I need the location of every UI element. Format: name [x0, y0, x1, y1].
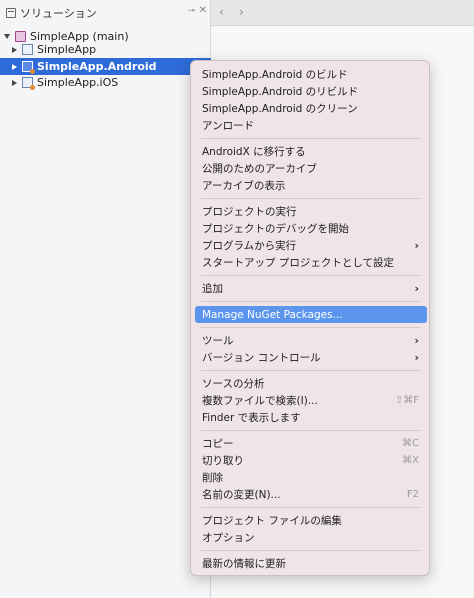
tree-item-simpleapp[interactable]: SimpleApp	[0, 41, 211, 58]
close-icon[interactable]: ✕	[199, 5, 207, 16]
tree-item-simpleapp-android[interactable]: SimpleApp.Android	[0, 58, 211, 75]
menu-item-unload[interactable]: アンロード	[195, 117, 427, 134]
menu-separator	[201, 370, 421, 371]
menu-item-add[interactable]: 追加 ›	[195, 280, 427, 297]
menu-item-reveal-in-finder[interactable]: Finder で表示します	[195, 409, 427, 426]
submenu-arrow-icon: ›	[414, 351, 419, 364]
tree-item-label: SimpleApp.Android	[37, 60, 157, 73]
menu-separator	[201, 198, 421, 199]
shortcut-label: ⇧⌘F	[394, 395, 419, 406]
menu-item-delete[interactable]: 削除	[195, 469, 427, 486]
shortcut-label: F2	[406, 489, 419, 500]
tree-item-simpleapp-ios[interactable]: SimpleApp.iOS	[0, 74, 211, 91]
submenu-arrow-icon: ›	[414, 282, 419, 295]
project-icon	[22, 44, 33, 55]
project-icon	[22, 77, 35, 90]
ide-window: ソリューション ⊸ ✕ SimpleApp (main) SimpleApp S…	[0, 0, 474, 598]
menu-item-refresh[interactable]: 最新の情報に更新	[195, 555, 427, 572]
solution-pad: ソリューション ⊸ ✕ SimpleApp (main) SimpleApp S…	[0, 0, 211, 598]
project-icon	[22, 61, 35, 74]
solution-pad-header: ソリューション ⊸ ✕	[0, 0, 211, 26]
menu-separator	[201, 550, 421, 551]
menu-item-tools[interactable]: ツール ›	[195, 332, 427, 349]
menu-separator	[201, 138, 421, 139]
collapse-arrow-icon[interactable]	[12, 79, 17, 86]
menu-item-migrate-androidx[interactable]: AndroidX に移行する	[195, 143, 427, 160]
tree-item-label: SimpleApp.iOS	[37, 76, 119, 89]
menu-item-run-with[interactable]: プログラムから実行 ›	[195, 237, 427, 254]
editor-tab-bar: ‹ ›	[211, 0, 474, 26]
menu-item-archive-for-publishing[interactable]: 公開のためのアーカイブ	[195, 160, 427, 177]
submenu-arrow-icon: ›	[414, 334, 419, 347]
menu-item-build[interactable]: SimpleApp.Android のビルド	[195, 66, 427, 83]
pad-window-icon	[6, 8, 16, 18]
menu-item-manage-nuget-packages[interactable]: Manage NuGet Packages...	[195, 306, 427, 323]
menu-item-set-startup-project[interactable]: スタートアップ プロジェクトとして設定	[195, 254, 427, 271]
submenu-arrow-icon: ›	[414, 239, 419, 252]
menu-separator	[201, 507, 421, 508]
shortcut-label: ⌘X	[402, 455, 419, 466]
menu-separator	[201, 301, 421, 302]
menu-item-analyze-source[interactable]: ソースの分析	[195, 375, 427, 392]
forward-button[interactable]: ›	[239, 5, 244, 19]
menu-item-options[interactable]: オプション	[195, 529, 427, 546]
menu-item-edit-project-file[interactable]: プロジェクト ファイルの編集	[195, 512, 427, 529]
menu-item-rename[interactable]: 名前の変更(N)... F2	[195, 486, 427, 503]
menu-item-find-in-files[interactable]: 複数ファイルで検索(I)... ⇧⌘F	[195, 392, 427, 409]
back-button[interactable]: ‹	[219, 5, 224, 19]
expand-arrow-icon[interactable]	[4, 34, 10, 39]
menu-item-copy[interactable]: コピー ⌘C	[195, 435, 427, 452]
collapse-arrow-icon[interactable]	[12, 46, 17, 53]
menu-separator	[201, 275, 421, 276]
menu-item-start-debugging[interactable]: プロジェクトのデバッグを開始	[195, 220, 427, 237]
tree-item-label: SimpleApp	[37, 43, 97, 56]
menu-separator	[201, 430, 421, 431]
collapse-arrow-icon[interactable]	[12, 63, 17, 70]
menu-item-view-archives[interactable]: アーカイブの表示	[195, 177, 427, 194]
menu-item-cut[interactable]: 切り取り ⌘X	[195, 452, 427, 469]
pin-icon[interactable]: ⊸	[187, 6, 195, 16]
menu-item-rebuild[interactable]: SimpleApp.Android のリビルド	[195, 83, 427, 100]
menu-item-clean[interactable]: SimpleApp.Android のクリーン	[195, 100, 427, 117]
menu-item-run-project[interactable]: プロジェクトの実行	[195, 203, 427, 220]
solution-pad-title: ソリューション	[20, 7, 97, 20]
menu-item-version-control[interactable]: バージョン コントロール ›	[195, 349, 427, 366]
shortcut-label: ⌘C	[402, 438, 419, 449]
context-menu: SimpleApp.Android のビルド SimpleApp.Android…	[190, 60, 430, 576]
menu-separator	[201, 327, 421, 328]
